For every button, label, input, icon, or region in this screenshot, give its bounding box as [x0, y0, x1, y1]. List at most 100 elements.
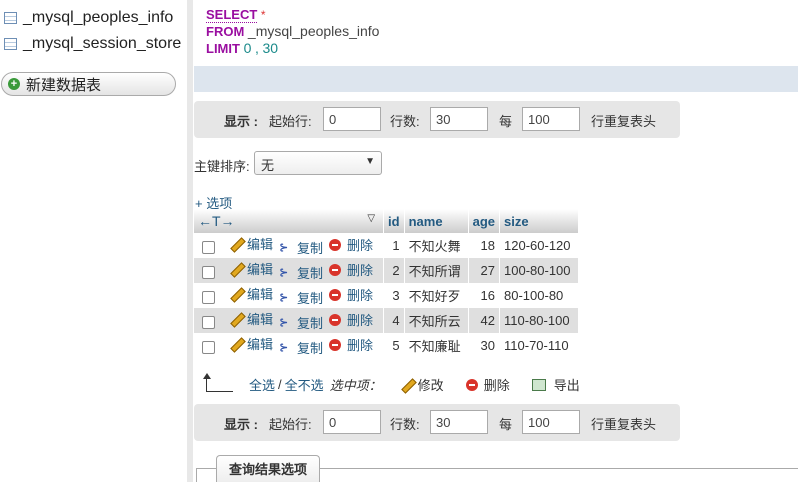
- navigation-panel: _mysql_peoples_info _mysql_session_store…: [0, 0, 188, 482]
- sort-by-key-select[interactable]: 无 ▼: [254, 151, 382, 175]
- cell-id[interactable]: 5: [383, 333, 405, 358]
- cell-age[interactable]: 16: [468, 283, 501, 308]
- copy-icon: ⊱: [279, 316, 289, 329]
- per-label: 每: [499, 417, 513, 432]
- edit-row-button[interactable]: 编辑: [229, 234, 273, 253]
- cell-id[interactable]: 2: [383, 258, 405, 283]
- row-checkbox[interactable]: [202, 340, 215, 354]
- uncheck-all-link[interactable]: 全不选: [285, 375, 324, 394]
- copy-row-button[interactable]: ⊱ 复制: [279, 288, 323, 307]
- sql-query-footer: [194, 66, 798, 92]
- cell-name[interactable]: 不知所云: [404, 308, 469, 333]
- check-all-link[interactable]: 全选: [249, 375, 275, 394]
- cell-name[interactable]: 不知火舞: [404, 233, 469, 258]
- cell-id[interactable]: 4: [383, 308, 405, 333]
- row-checkbox[interactable]: [202, 240, 215, 254]
- delete-label: 删除: [347, 313, 374, 328]
- cell-age[interactable]: 18: [468, 233, 501, 258]
- delete-icon: [329, 288, 342, 301]
- row-checkbox[interactable]: [202, 315, 215, 329]
- cell-size[interactable]: 80-100-80: [499, 283, 580, 308]
- column-header-name[interactable]: name: [404, 209, 469, 233]
- cell-id[interactable]: 1: [383, 233, 405, 258]
- column-header-id[interactable]: id: [383, 209, 405, 233]
- sql-star: *: [260, 8, 266, 22]
- edit-row-button[interactable]: 编辑: [229, 334, 273, 353]
- per-label: 每: [499, 114, 513, 129]
- delete-label: 删除: [347, 338, 374, 353]
- rows-label: 行数:: [390, 417, 420, 432]
- cell-size[interactable]: 110-70-110: [499, 333, 580, 358]
- pencil-icon: [229, 337, 243, 351]
- delete-icon: [465, 378, 478, 391]
- copy-row-button[interactable]: ⊱ 复制: [279, 313, 323, 332]
- cell-name[interactable]: 不知廉耻: [404, 333, 469, 358]
- delete-icon: [329, 313, 342, 326]
- pencil-icon: [400, 378, 414, 392]
- row-actions: 编辑 ⊱ 复制 删除: [194, 233, 385, 258]
- sql-query-box: SELECT * FROM _mysql_peoples_info LIMIT …: [194, 0, 798, 66]
- delete-row-button[interactable]: 删除: [329, 260, 373, 279]
- delete-row-button[interactable]: 删除: [329, 310, 373, 329]
- row-checkbox[interactable]: [202, 265, 215, 279]
- delete-row-button[interactable]: 删除: [329, 235, 373, 254]
- rows-input[interactable]: [430, 410, 488, 434]
- bulk-modify-button[interactable]: 修改: [400, 375, 444, 394]
- sidebar-table-session-store[interactable]: _mysql_session_store: [4, 33, 181, 55]
- copy-row-button[interactable]: ⊱ 复制: [279, 338, 323, 357]
- start-row-input[interactable]: [323, 410, 381, 434]
- cell-name[interactable]: 不知好歹: [404, 283, 469, 308]
- repeat-header-input[interactable]: [522, 410, 580, 434]
- sql-table-name: _mysql_peoples_info: [247, 23, 380, 39]
- row-actions: 编辑 ⊱ 复制 删除: [194, 333, 385, 358]
- column-move-icon: ←T→: [198, 213, 235, 229]
- rows-input[interactable]: [430, 107, 488, 131]
- delete-row-button[interactable]: 删除: [329, 285, 373, 304]
- query-results-options-legend[interactable]: 查询结果选项: [216, 455, 321, 482]
- copy-label: 复制: [297, 316, 324, 331]
- table-row: 编辑 ⊱ 复制 删除 4 不知所云 42 110-80-100: [194, 308, 580, 333]
- copy-row-button[interactable]: ⊱ 复制: [279, 263, 323, 282]
- column-visibility-icon[interactable]: ▽: [367, 213, 375, 224]
- panel-resize-handle[interactable]: [187, 0, 193, 482]
- delete-label: 删除: [347, 288, 374, 303]
- row-checkbox[interactable]: [202, 290, 215, 304]
- edit-label: 编辑: [247, 262, 274, 277]
- pencil-icon: [229, 287, 243, 301]
- sidebar-table-peoples-info[interactable]: _mysql_peoples_info: [4, 7, 173, 29]
- new-table-button[interactable]: + 新建数据表: [1, 72, 176, 96]
- copy-icon: ⊱: [279, 341, 289, 354]
- cell-age[interactable]: 27: [468, 258, 501, 283]
- sql-count: 30: [262, 40, 279, 56]
- cell-size[interactable]: 110-80-100: [499, 308, 580, 333]
- edit-row-button[interactable]: 编辑: [229, 309, 273, 328]
- delete-label: 删除: [347, 263, 374, 278]
- results-table: ←T→ ▽ id name age size 编辑 ⊱ 复制 删除 1 不知火舞 18 120…: [194, 209, 580, 358]
- edit-label: 编辑: [247, 237, 274, 252]
- cell-size[interactable]: 120-60-120: [499, 233, 580, 258]
- column-header-size[interactable]: size: [499, 209, 580, 233]
- start-row-input[interactable]: [323, 107, 381, 131]
- cell-age[interactable]: 42: [468, 308, 501, 333]
- cell-age[interactable]: 30: [468, 333, 501, 358]
- repeat-header-label: 行重复表头: [591, 114, 657, 129]
- edit-row-button[interactable]: 编辑: [229, 259, 273, 278]
- copy-icon: ⊱: [279, 291, 289, 304]
- repeat-header-input[interactable]: [522, 107, 580, 131]
- bulk-delete-button[interactable]: 删除: [465, 375, 510, 394]
- copy-icon: ⊱: [279, 241, 289, 254]
- table-row: 编辑 ⊱ 复制 删除 2 不知所谓 27 100-80-100: [194, 258, 580, 283]
- bulk-export-button[interactable]: 导出: [531, 375, 580, 394]
- cell-name[interactable]: 不知所谓: [404, 258, 469, 283]
- sidebar-table-label: _mysql_session_store: [23, 35, 182, 52]
- edit-row-button[interactable]: 编辑: [229, 284, 273, 303]
- delete-row-button[interactable]: 删除: [329, 335, 373, 354]
- column-resize-header[interactable]: ←T→ ▽: [194, 209, 385, 233]
- column-header-age[interactable]: age: [468, 209, 501, 233]
- cell-id[interactable]: 3: [383, 283, 405, 308]
- copy-row-button[interactable]: ⊱ 复制: [279, 238, 323, 257]
- start-row-label: 起始行:: [269, 417, 312, 432]
- edit-label: 编辑: [247, 287, 274, 302]
- copy-label: 复制: [297, 291, 324, 306]
- cell-size[interactable]: 100-80-100: [499, 258, 580, 283]
